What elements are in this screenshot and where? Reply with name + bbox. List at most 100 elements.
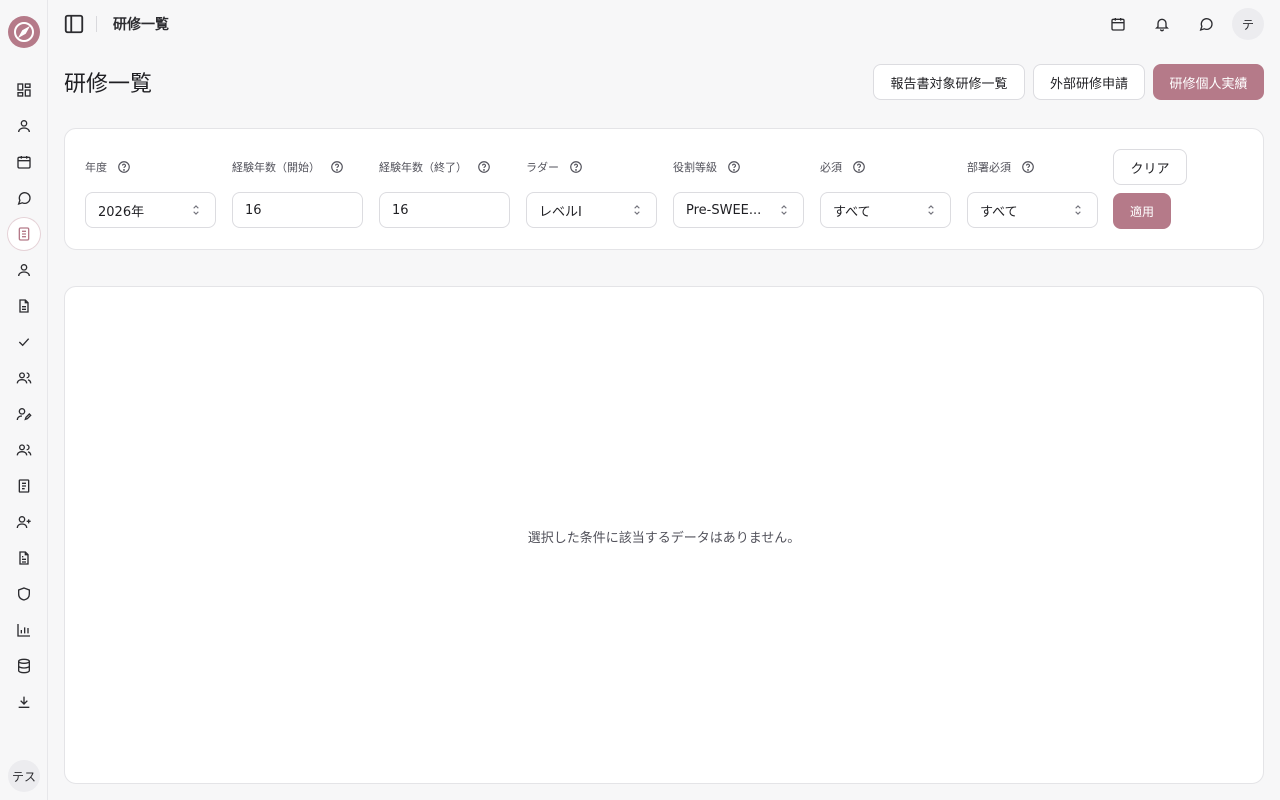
filter-role-grade: 役割等級 Pre-SWEE... [673, 159, 804, 228]
filter-role-grade-label: 役割等級 [673, 161, 717, 174]
role-grade-select[interactable]: Pre-SWEE... [673, 192, 804, 228]
user-icon [18, 120, 30, 133]
sidebar-item-tasks[interactable] [8, 326, 40, 358]
database-icon [18, 658, 30, 674]
filter-exp-end-label: 経験年数（終了） [379, 161, 467, 174]
role-grade-select-value: Pre-SWEE... [686, 202, 762, 218]
user-avatar[interactable]: テス [8, 760, 40, 792]
user-plus-icon [16, 516, 31, 529]
sidebar-item-groups[interactable] [8, 434, 40, 466]
personal-record-button[interactable]: 研修個人実績 [1153, 64, 1264, 100]
filter-dept-required: 部署必須 すべて [967, 159, 1098, 228]
help-icon[interactable] [117, 160, 131, 174]
compass-icon [14, 22, 34, 42]
shield-icon [18, 587, 30, 601]
header-avatar[interactable]: テ [1232, 8, 1264, 40]
calendar-icon [1111, 18, 1125, 31]
sidebar-item-reports[interactable] [8, 542, 40, 574]
sidebar-item-staff[interactable] [8, 254, 40, 286]
filter-year: 年度 2026年 [85, 159, 216, 228]
sidebar-item-catalog[interactable] [8, 470, 40, 502]
report-training-list-button[interactable]: 報告書対象研修一覧 [873, 64, 1025, 100]
chevron-up-down-icon [634, 205, 640, 215]
app-logo[interactable] [8, 16, 40, 48]
dept-required-select-value: すべて [980, 204, 1018, 220]
chevron-up-down-icon [193, 205, 199, 215]
sidebar-item-analytics[interactable] [8, 614, 40, 646]
filter-exp-start-label: 経験年数（開始） [232, 161, 320, 174]
sidebar-item-profile[interactable] [8, 110, 40, 142]
filter-exp-end: 経験年数（終了） 16 [379, 159, 510, 228]
file-icon [19, 299, 29, 313]
year-select[interactable]: 2026年 [85, 192, 216, 228]
filter-required: 必須 すべて [820, 159, 951, 228]
file-text-icon [19, 551, 29, 565]
notifications-button[interactable] [1150, 12, 1174, 36]
exp-start-input-value: 16 [245, 202, 262, 218]
exp-start-input[interactable]: 16 [232, 192, 363, 228]
external-training-apply-button[interactable]: 外部研修申請 [1033, 64, 1145, 100]
help-icon[interactable] [569, 160, 583, 174]
header-divider [96, 16, 97, 32]
sidebar-item-add-user[interactable] [8, 506, 40, 538]
messages-button[interactable] [1194, 12, 1218, 36]
help-icon[interactable] [1021, 160, 1035, 174]
chevron-up-down-icon [928, 205, 934, 215]
chevron-up-down-icon [781, 205, 787, 215]
sidebar-toggle-icon [64, 14, 84, 34]
book-icon [18, 479, 30, 493]
sidebar-item-security[interactable] [8, 578, 40, 610]
calendar-button[interactable] [1106, 12, 1130, 36]
exp-end-input-value: 16 [392, 202, 409, 218]
sidebar-item-user-edit[interactable] [8, 398, 40, 430]
user-edit-icon [16, 408, 32, 421]
sidebar-item-files[interactable] [8, 290, 40, 322]
users-icon [16, 444, 32, 456]
sidebar: テス [0, 0, 48, 800]
calendar-icon [17, 156, 31, 169]
sidebar-item-messages[interactable] [8, 182, 40, 214]
sidebar-item-download[interactable] [8, 686, 40, 718]
dashboard-icon [17, 83, 31, 97]
download-icon [18, 696, 30, 708]
exp-end-input[interactable]: 16 [379, 192, 510, 228]
filter-exp-start: 経験年数（開始） 16 [232, 159, 363, 228]
bar-chart-icon [17, 624, 30, 637]
year-select-value: 2026年 [98, 204, 145, 220]
user-avatar-text: テス [11, 769, 36, 784]
sidebar-item-calendar[interactable] [8, 146, 40, 178]
help-icon[interactable] [477, 160, 491, 174]
apply-button[interactable]: 適用 [1113, 193, 1171, 229]
document-icon [18, 227, 30, 241]
header-avatar-text: テ [1241, 17, 1254, 32]
user-icon [18, 264, 30, 277]
filter-required-label: 必須 [820, 161, 842, 174]
filter-ladder-label: ラダー [526, 161, 559, 174]
bell-icon [1155, 18, 1169, 32]
top-header: 研修一覧 テ [48, 0, 1280, 48]
check-icon [18, 338, 30, 347]
page-title: 研修一覧 [64, 72, 153, 97]
chevron-up-down-icon [1075, 205, 1081, 215]
clear-button[interactable]: クリア [1113, 149, 1187, 185]
sidebar-item-database[interactable] [8, 650, 40, 682]
ladder-select-value: レベルI [539, 204, 582, 220]
results-panel: 選択した条件に該当するデータはありません。 [64, 286, 1264, 784]
help-icon[interactable] [727, 160, 741, 174]
sidebar-item-dashboard[interactable] [8, 74, 40, 106]
message-icon [17, 192, 31, 206]
required-select-value: すべて [833, 204, 871, 220]
sidebar-item-training[interactable] [8, 218, 40, 250]
help-icon[interactable] [330, 160, 344, 174]
required-select[interactable]: すべて [820, 192, 951, 228]
dept-required-select[interactable]: すべて [967, 192, 1098, 228]
help-icon[interactable] [852, 160, 866, 174]
ladder-select[interactable]: レベルI [526, 192, 657, 228]
filter-dept-required-label: 部署必須 [967, 161, 1011, 174]
filter-ladder: ラダー レベルI [526, 159, 657, 228]
message-icon [1199, 18, 1213, 32]
sidebar-toggle-button[interactable] [62, 12, 86, 36]
header-title: 研修一覧 [113, 17, 169, 33]
sidebar-item-team[interactable] [8, 362, 40, 394]
filter-year-label: 年度 [85, 161, 107, 174]
